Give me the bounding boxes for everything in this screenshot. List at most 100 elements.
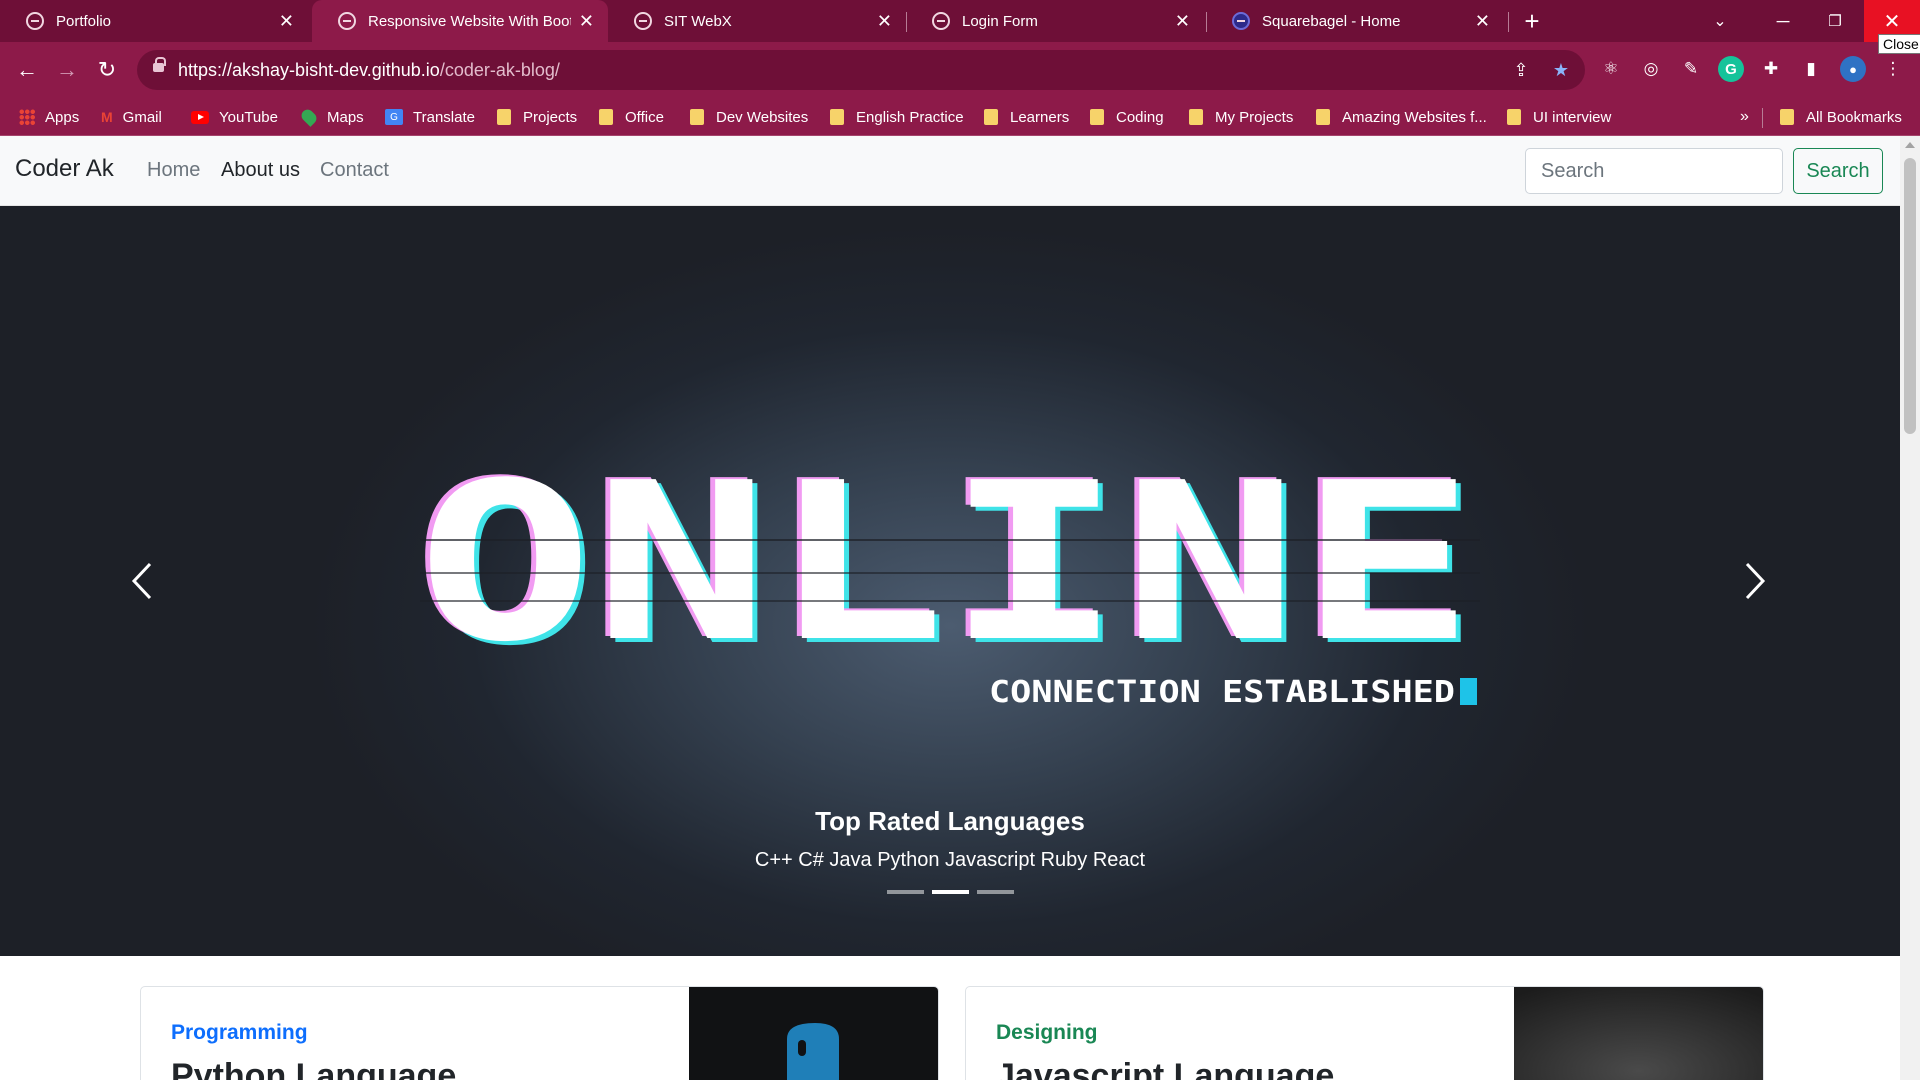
restore-window-icon[interactable]: ❐ [1812,0,1858,42]
folder-icon [984,109,998,125]
bookmark-youtube[interactable]: YouTube [191,98,278,136]
page-viewport: Coder Ak Home About us Contact Search ON… [0,136,1900,1080]
glitch-line [420,539,1480,541]
tab-close-icon[interactable]: ✕ [279,11,294,32]
youtube-icon [191,110,209,124]
extensions-puzzle-icon[interactable]: ✚ [1758,56,1784,82]
bookmark-label: Coding [1116,108,1164,126]
carousel-indicator-3[interactable] [976,890,1014,894]
bookmark-label: Office [625,108,664,126]
bookmark-learners[interactable]: Learners [984,98,1069,136]
bookmark-star-icon[interactable]: ★ [1549,58,1573,82]
bookmark-ui-interview[interactable]: UI interview [1507,98,1611,136]
apps-grid-icon [19,109,35,125]
card-category: Programming [171,1021,308,1044]
terminal-cursor-block [1460,678,1477,705]
address-bar[interactable]: https://akshay-bisht-dev.github.io/coder… [137,50,1585,90]
tab-search-chevron-icon[interactable]: ⌄ [1706,0,1734,42]
tab-close-icon[interactable]: ✕ [579,11,594,32]
tab-close-icon[interactable]: ✕ [1475,11,1490,32]
carousel-prev-button[interactable] [97,536,187,626]
bookmark-amazing-websites[interactable]: Amazing Websites f... [1316,98,1487,136]
tab-title: SIT WebX [664,12,732,30]
nav-link-home[interactable]: Home [147,159,200,182]
tab-sit-webx[interactable]: SIT WebX ✕ [608,0,906,42]
nav-link-about-us[interactable]: About us [221,159,300,182]
card-title[interactable]: Javascript Language [996,1057,1334,1080]
card-category: Designing [996,1021,1098,1044]
bookmark-apps[interactable]: Apps [19,98,79,136]
kebab-menu-icon[interactable]: ⋮ [1880,56,1906,82]
scroll-up-arrow-icon[interactable] [1905,142,1915,148]
new-tab-plus-icon[interactable]: + [1516,0,1548,42]
tab-close-icon[interactable]: ✕ [1175,11,1190,32]
carousel-caption-title: Top Rated Languages [815,806,1085,836]
profile-avatar-icon[interactable]: ● [1840,56,1866,82]
close-tooltip: Close [1878,34,1920,54]
search-button[interactable]: Search [1793,148,1883,194]
nav-link-contact[interactable]: Contact [320,159,389,182]
tab-login-form[interactable]: Login Form ✕ [906,0,1204,42]
reload-icon[interactable]: ↻ [93,56,121,84]
search-input[interactable] [1525,148,1783,194]
bookmark-coding[interactable]: Coding [1090,98,1164,136]
maps-pin-icon [299,107,319,127]
globe-icon [932,12,950,30]
url-text[interactable]: https://akshay-bisht-dev.github.io/coder… [178,60,560,81]
page-scrollbar[interactable] [1900,136,1920,1080]
bookmark-gmail[interactable]: M Gmail [101,98,162,136]
forward-arrow-icon[interactable]: → [53,56,81,84]
share-icon[interactable]: ⇪ [1509,58,1533,82]
url-host: https://akshay-bisht-dev.github.io [178,60,440,80]
tab-portfolio[interactable]: Portfolio ✕ [0,0,308,42]
back-arrow-icon[interactable]: ← [13,56,41,84]
folder-icon [690,109,704,125]
card-title[interactable]: Python Language [171,1057,456,1080]
tab-title: Portfolio [56,12,112,30]
hero-carousel: ONLINE ONLINE ONLINE CONNECTION ESTABLIS… [0,206,1900,956]
bookmark-projects[interactable]: Projects [497,98,577,136]
bookmark-english-practice[interactable]: English Practice [830,98,964,136]
tab-divider [1508,12,1509,32]
tab-squarebagel[interactable]: Squarebagel - Home ✕ [1206,0,1504,42]
side-panel-icon[interactable]: ▮ [1798,56,1824,82]
bookmarks-divider [1762,108,1763,128]
scrollbar-thumb[interactable] [1904,158,1916,434]
bookmark-maps[interactable]: Maps [299,98,364,136]
site-brand[interactable]: Coder Ak [15,155,114,183]
bookmark-all-bookmarks[interactable]: All Bookmarks [1780,98,1902,136]
folder-icon [1507,109,1521,125]
lock-icon[interactable] [153,57,166,72]
gmail-icon: M [101,109,113,125]
bookmark-label: English Practice [856,108,964,126]
post-card-designing[interactable]: Designing Javascript Language [965,986,1764,1080]
bookmark-my-projects[interactable]: My Projects [1189,98,1293,136]
folder-icon [1780,109,1794,125]
color-picker-icon[interactable]: ✎ [1678,56,1704,82]
chevron-left-icon [131,562,152,600]
carousel-indicator-2[interactable] [931,890,969,894]
carousel-next-button[interactable] [1710,536,1800,626]
folder-icon [497,109,511,125]
react-devtools-icon[interactable]: ⚛ [1598,56,1624,82]
tab-close-icon[interactable]: ✕ [877,11,892,32]
folder-icon [599,109,613,125]
bookmarks-bar: Apps M Gmail YouTube Maps G Translate Proj… [0,98,1920,136]
bookmark-dev-websites[interactable]: Dev Websites [690,98,808,136]
target-extension-icon[interactable]: ◎ [1638,56,1664,82]
bookmark-label: All Bookmarks [1806,108,1902,126]
bookmark-label: Amazing Websites f... [1342,108,1487,126]
more-bookmarks-chevron-icon[interactable]: » [1740,98,1749,136]
bookmark-translate[interactable]: G Translate [385,98,475,136]
bookmark-office[interactable]: Office [599,98,664,136]
carousel-indicator-1[interactable] [886,890,924,894]
tab-responsive-website[interactable]: Responsive Website With Bootst ✕ [312,0,608,42]
grammarly-icon[interactable]: G [1718,56,1744,82]
browser-tab-strip: Portfolio ✕ Responsive Website With Boot… [0,0,1920,42]
minimize-icon[interactable]: ─ [1760,0,1806,42]
post-card-programming[interactable]: Programming Python Language [140,986,939,1080]
url-path: /coder-ak-blog/ [439,60,560,80]
tab-title: Login Form [962,12,1038,30]
card-thumbnail-image [1514,987,1763,1080]
folder-icon [1090,109,1104,125]
